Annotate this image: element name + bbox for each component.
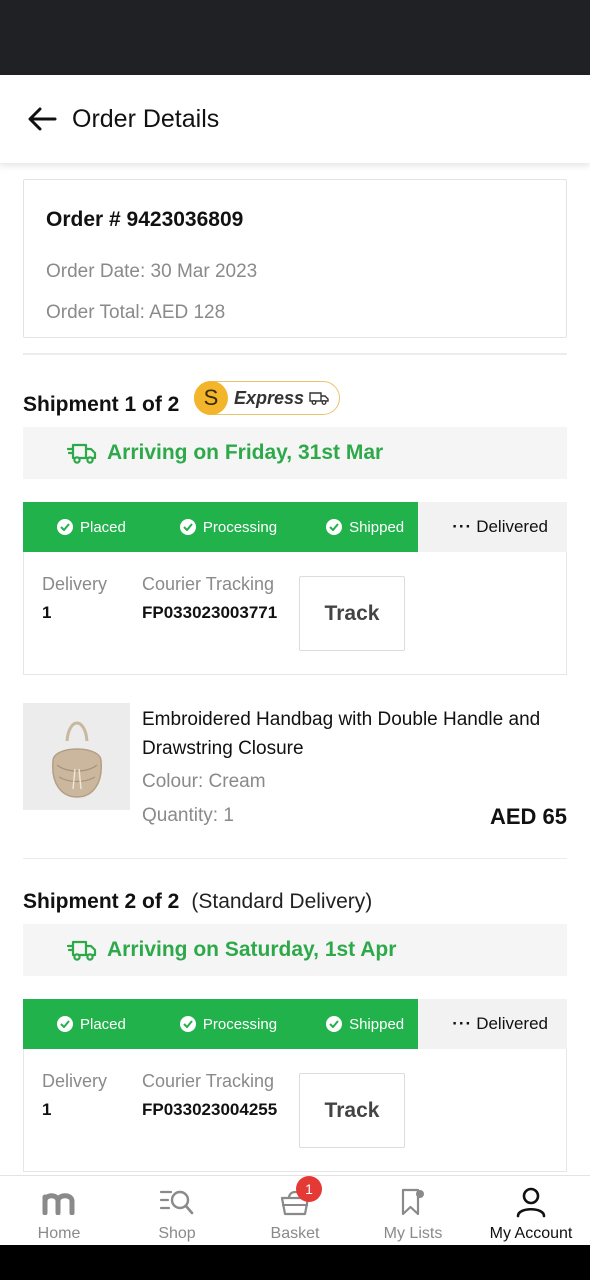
- nav-my-lists[interactable]: My Lists: [354, 1176, 472, 1245]
- order-date: Order Date: 30 Mar 2023: [46, 261, 258, 282]
- arriving-date: Arriving on Friday, 31st Mar: [107, 441, 384, 464]
- step-label: Processing: [202, 518, 278, 536]
- basket-icon: 1: [279, 1176, 322, 1222]
- divider: [23, 858, 567, 859]
- status-bar: [0, 0, 590, 75]
- product-name[interactable]: Embroidered Handbag with Double Handle a…: [142, 705, 572, 763]
- check-icon: [57, 1016, 73, 1032]
- courier-tracking-label: Courier Tracking: [142, 1071, 275, 1091]
- step-processing: Processing: [179, 1015, 278, 1033]
- step-placed: Placed: [57, 519, 126, 536]
- arriving-date: Arriving on Saturday, 1st Apr: [107, 938, 397, 961]
- express-label: Express: [234, 387, 305, 408]
- shipment-1-label: Shipment 1 of 2: [23, 393, 180, 416]
- order-total: Order Total: AED 128: [46, 302, 226, 323]
- track-button[interactable]: Track: [299, 576, 405, 651]
- more-dots-icon: ···: [452, 1014, 473, 1033]
- m-logo-icon: [42, 1182, 76, 1222]
- nav-label: Home: [37, 1225, 81, 1242]
- check-icon: [57, 519, 73, 535]
- nav-home[interactable]: Home: [0, 1176, 118, 1245]
- delivery-value: 1: [42, 1100, 52, 1119]
- shipment-1-progress: Placed Processing Shipped ··· Delivered: [23, 502, 567, 552]
- bottom-nav: Home Shop 1 Basket My Lists My Account: [0, 1175, 590, 1245]
- product-image[interactable]: [23, 703, 130, 810]
- system-navigation-bar: [0, 1245, 590, 1280]
- step-shipped: Shipped: [326, 1016, 404, 1033]
- order-number: Order # 9423036809: [46, 208, 244, 231]
- courier-tracking-number: FP033023003771: [142, 603, 278, 622]
- order-summary-card: Order # 9423036809 Order Date: 30 Mar 20…: [23, 179, 567, 338]
- shipment-2-type: (Standard Delivery): [191, 890, 373, 913]
- product-colour: Colour: Cream: [142, 771, 266, 792]
- product-price: AED 65: [489, 804, 567, 829]
- app-header: Order Details: [0, 75, 590, 163]
- shop-search-icon: [159, 1182, 195, 1222]
- tracking-box-1: Delivery 1 Courier Tracking FP0330230037…: [23, 552, 567, 675]
- shipment-2-title: Shipment 2 of 2 (Standard Delivery): [23, 890, 372, 914]
- express-s-icon: S: [194, 381, 228, 415]
- nav-label: Shop: [158, 1225, 196, 1242]
- check-icon: [326, 1016, 343, 1032]
- user-icon: [515, 1182, 547, 1222]
- truck-icon: [67, 443, 97, 464]
- step-label: Delivered: [476, 517, 548, 536]
- track-button[interactable]: Track: [299, 1073, 405, 1148]
- delivery-value: 1: [42, 603, 52, 622]
- delivery-label: Delivery: [42, 1071, 108, 1091]
- progress-completed: Placed Processing Shipped: [23, 502, 418, 552]
- express-badge: S Express: [194, 381, 341, 415]
- step-placed: Placed: [57, 1016, 126, 1033]
- shipment-2-progress: Placed Processing Shipped ··· Delivered: [23, 999, 567, 1049]
- step-label: Shipped: [349, 518, 405, 536]
- arriving-bar-1: Arriving on Friday, 31st Mar: [23, 427, 567, 479]
- step-delivered: ··· Delivered: [418, 999, 567, 1049]
- arriving-bar-2: Arriving on Saturday, 1st Apr: [23, 924, 567, 976]
- nav-label: Basket: [270, 1225, 320, 1242]
- step-label: Placed: [80, 1015, 126, 1033]
- order-content[interactable]: Order # 9423036809 Order Date: 30 Mar 20…: [0, 163, 590, 1175]
- check-icon: [179, 519, 196, 535]
- step-delivered: ··· Delivered: [418, 502, 567, 552]
- step-label: Placed: [80, 518, 126, 536]
- nav-label: My Lists: [383, 1225, 443, 1242]
- truck-icon: [67, 940, 97, 961]
- tracking-box-2: Delivery 1 Courier Tracking FP0330230042…: [23, 1049, 567, 1172]
- divider: [23, 353, 567, 355]
- more-dots-icon: ···: [452, 517, 473, 536]
- nav-basket[interactable]: 1 Basket: [236, 1176, 354, 1245]
- step-label: Shipped: [349, 1015, 405, 1033]
- courier-tracking-number: FP033023004255: [142, 1100, 278, 1119]
- check-icon: [179, 1016, 196, 1032]
- progress-completed: Placed Processing Shipped: [23, 999, 418, 1049]
- check-icon: [326, 519, 343, 535]
- page-title: Order Details: [72, 104, 220, 133]
- handbag-image: [23, 703, 130, 810]
- back-button[interactable]: [22, 99, 62, 139]
- basket-count-badge: 1: [296, 1176, 322, 1202]
- step-processing: Processing: [179, 518, 278, 536]
- nav-my-account[interactable]: My Account: [472, 1176, 590, 1245]
- step-shipped: Shipped: [326, 519, 404, 536]
- delivery-label: Delivery: [42, 574, 108, 594]
- product-quantity: Quantity: 1: [142, 805, 234, 826]
- nav-label: My Account: [489, 1225, 573, 1242]
- step-label: Delivered: [476, 1014, 548, 1033]
- courier-tracking-label: Courier Tracking: [142, 574, 275, 594]
- bookmark-icon: [398, 1182, 428, 1222]
- shipment-2-label: Shipment 2 of 2: [23, 890, 180, 913]
- truck-icon: [309, 392, 329, 405]
- arrow-left-icon: [28, 107, 57, 131]
- step-label: Processing: [202, 1015, 278, 1033]
- shipment-1-title: Shipment 1 of 2: [23, 393, 179, 417]
- nav-shop[interactable]: Shop: [118, 1176, 236, 1245]
